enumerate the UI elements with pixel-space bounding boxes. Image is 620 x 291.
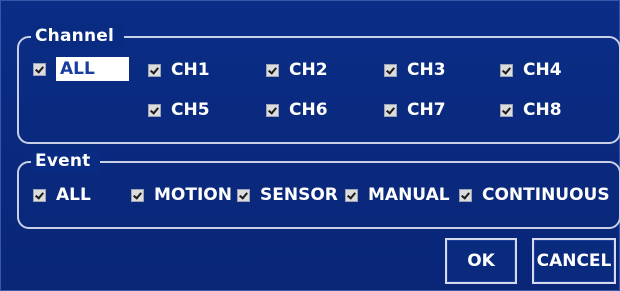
channel-ch6-checkbox[interactable]: CH6 (266, 99, 328, 121)
event-manual-checkbox[interactable]: MANUAL (345, 184, 450, 206)
channel-ch3-label: CH3 (407, 60, 446, 80)
channel-ch5-checkbox[interactable]: CH5 (148, 99, 210, 121)
event-continuous-label: CONTINUOUS (482, 185, 610, 205)
channel-ch1-label: CH1 (171, 60, 210, 80)
channel-legend: Channel (31, 24, 125, 48)
checkbox-checked-icon (384, 103, 397, 117)
channel-ch3-checkbox[interactable]: CH3 (384, 59, 446, 81)
channel-ch4-checkbox[interactable]: CH4 (500, 59, 562, 81)
channel-ch7-checkbox[interactable]: CH7 (384, 99, 446, 121)
event-motion-label: MOTION (154, 185, 232, 205)
checkbox-checked-icon (384, 63, 397, 77)
checkbox-checked-icon (33, 62, 46, 76)
event-motion-checkbox[interactable]: MOTION (131, 184, 232, 206)
event-all-checkbox[interactable]: ALL (33, 184, 91, 206)
event-continuous-checkbox[interactable]: CONTINUOUS (459, 184, 610, 206)
channel-group: Channel (17, 24, 620, 144)
dialog-panel: Channel ALL CH1 CH2 CH3 CH4 CH5 CH6 CH7 … (0, 0, 620, 291)
checkbox-checked-icon (266, 103, 279, 117)
channel-ch2-label: CH2 (289, 60, 328, 80)
checkbox-checked-icon (500, 103, 513, 117)
checkbox-checked-icon (148, 103, 161, 117)
checkbox-checked-icon (131, 188, 144, 202)
event-sensor-checkbox[interactable]: SENSOR (237, 184, 338, 206)
checkbox-checked-icon (345, 188, 358, 202)
checkbox-checked-icon (500, 63, 513, 77)
channel-ch5-label: CH5 (171, 100, 210, 120)
checkbox-checked-icon (148, 63, 161, 77)
checkbox-checked-icon (33, 188, 46, 202)
channel-ch2-checkbox[interactable]: CH2 (266, 59, 328, 81)
event-manual-label: MANUAL (368, 185, 450, 205)
channel-ch6-label: CH6 (289, 100, 328, 120)
channel-ch1-checkbox[interactable]: CH1 (148, 59, 210, 81)
channel-all-checkbox[interactable]: ALL (33, 57, 129, 81)
event-all-label: ALL (56, 185, 91, 205)
channel-ch8-checkbox[interactable]: CH8 (500, 99, 562, 121)
ok-button[interactable]: OK (445, 238, 517, 284)
checkbox-checked-icon (459, 188, 472, 202)
checkbox-checked-icon (237, 188, 250, 202)
channel-all-label: ALL (56, 57, 129, 81)
channel-ch8-label: CH8 (523, 100, 562, 120)
channel-ch4-label: CH4 (523, 60, 562, 80)
channel-ch7-label: CH7 (407, 100, 446, 120)
cancel-button[interactable]: CANCEL (532, 238, 616, 284)
event-sensor-label: SENSOR (260, 185, 338, 205)
event-legend: Event (31, 149, 101, 173)
checkbox-checked-icon (266, 63, 279, 77)
